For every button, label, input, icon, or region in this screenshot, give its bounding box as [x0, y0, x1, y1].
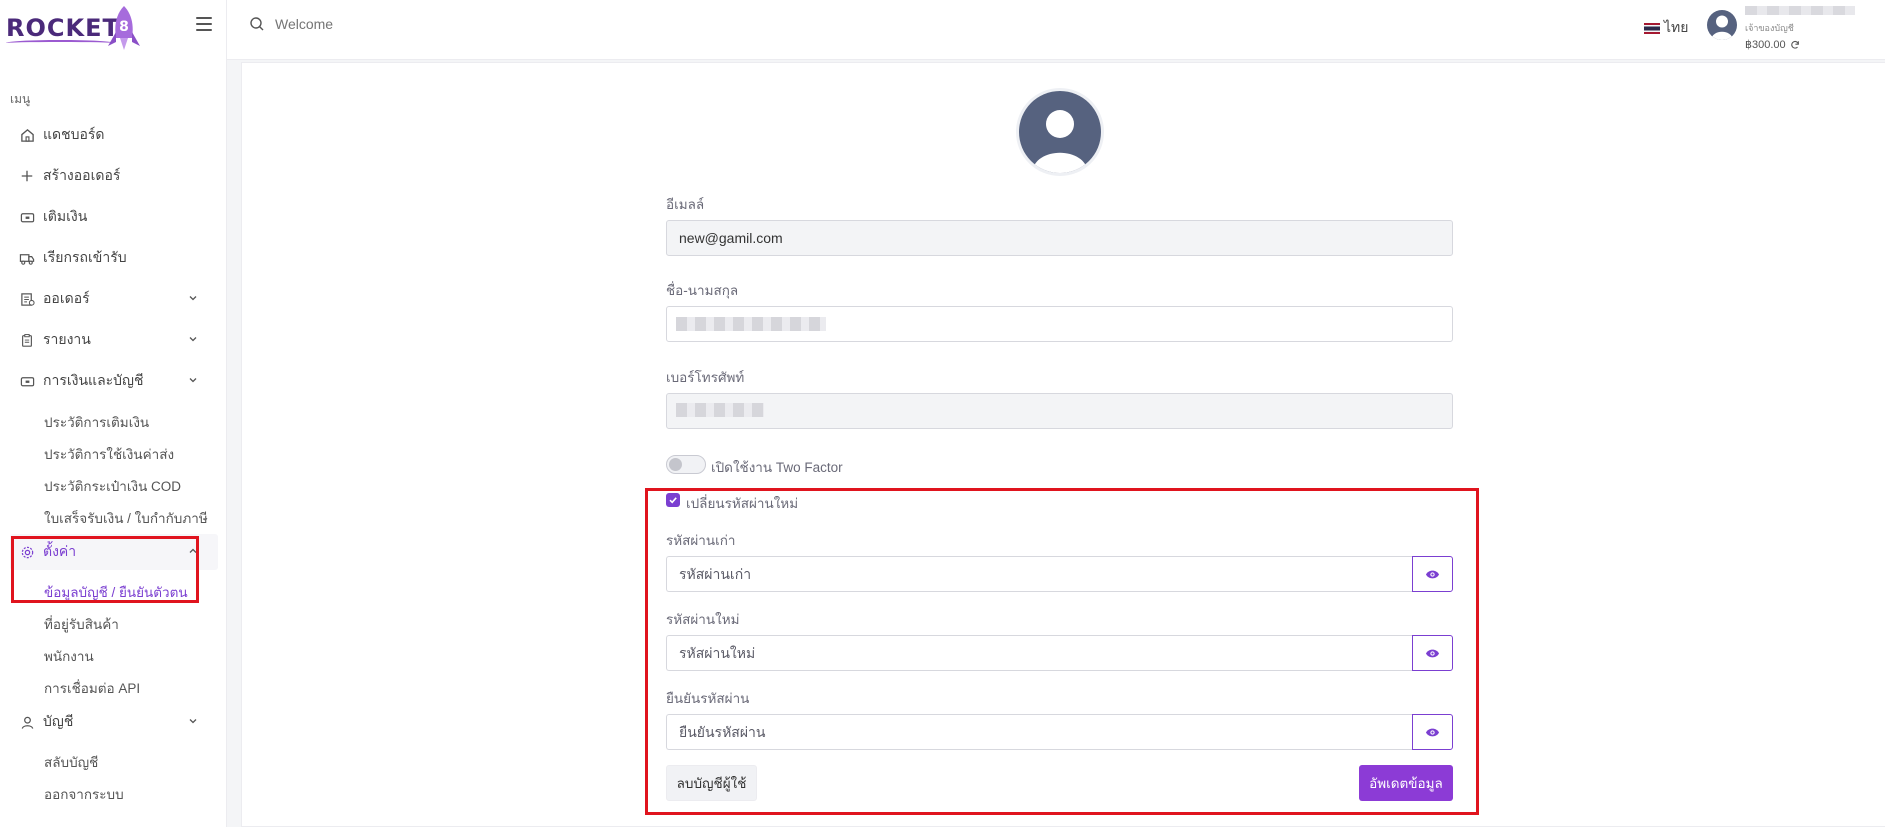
sidebar-item-topup[interactable]: เติมเงิน — [10, 199, 218, 235]
sidebar-item-label: บัญชี — [43, 713, 74, 729]
brand-number: 8 — [119, 19, 129, 35]
new-password-label: รหัสผ่านใหม่ — [666, 612, 740, 627]
phone-label: เบอร์โทรศัพท์ — [666, 370, 745, 385]
sidebar-subitem-staff[interactable]: พนักงาน — [44, 645, 94, 667]
sidebar-item-label: ออเดอร์ — [43, 290, 90, 306]
truck-icon — [19, 250, 35, 266]
sidebar-subitem-shipping-history[interactable]: ประวัติการใช้เงินค่าส่ง — [44, 443, 174, 465]
old-password-label: รหัสผ่านเก่า — [666, 533, 736, 548]
sidebar-item-label: ตั้งค่า — [43, 543, 77, 559]
chevron-up-icon — [189, 548, 197, 553]
user-avatar[interactable] — [1707, 10, 1737, 40]
language-label: ไทย — [1664, 19, 1689, 35]
show-confirm-password-button[interactable] — [1412, 714, 1453, 750]
sidebar-subitem-pickup-address[interactable]: ที่อยู่รับสินค้า — [44, 613, 119, 635]
sidebar-subitem-switch-account[interactable]: สลับบัญชี — [44, 751, 98, 773]
eye-icon — [1425, 649, 1440, 657]
user-name-redacted — [1745, 6, 1855, 15]
sidebar: ROCKET 8 เมนู แดชบอร์ด สร้างออเดอร์ เติม… — [0, 0, 227, 827]
refresh-icon[interactable] — [1790, 40, 1800, 50]
eye-icon — [1425, 728, 1440, 736]
sidebar-subitem-topup-history[interactable]: ประวัติการเติมเงิน — [44, 411, 149, 433]
sidebar-item-label: เติมเงิน — [43, 208, 88, 224]
sidebar-item-label: รายงาน — [43, 331, 91, 347]
sidebar-item-create-order[interactable]: สร้างออเดอร์ — [10, 158, 218, 194]
confirm-password-input[interactable] — [666, 714, 1412, 750]
confirm-password-label: ยืนยันรหัสผ่าน — [666, 691, 750, 706]
delete-account-button[interactable]: ลบบัญชีผู้ใช้ — [666, 765, 757, 801]
user-balance: ฿300.00 — [1745, 38, 1800, 51]
phone-redacted — [676, 403, 764, 417]
show-old-password-button[interactable] — [1412, 556, 1453, 592]
wallet-icon — [19, 209, 35, 225]
profile-avatar — [1019, 91, 1101, 173]
sidebar-item-reports[interactable]: รายงาน — [10, 322, 218, 358]
change-password-checkbox[interactable] — [666, 493, 680, 507]
clipboard-icon — [19, 332, 35, 348]
topbar: ไทย เจ้าของบัญชี ฿300.00 — [227, 0, 1885, 60]
plus-icon — [19, 168, 35, 184]
name-label: ชื่อ-นามสกุล — [666, 283, 739, 298]
update-profile-button[interactable]: อัพเดตข้อมูล — [1359, 765, 1453, 801]
sidebar-item-pickup[interactable]: เรียกรถเข้ารับ — [10, 240, 218, 276]
chevron-down-icon — [189, 719, 197, 724]
email-label: อีเมลล์ — [666, 197, 705, 212]
chevron-down-icon — [189, 337, 197, 342]
sidebar-item-label: การเงินและบัญชี — [43, 372, 144, 388]
brand-swoosh — [6, 40, 114, 46]
sidebar-item-label: สร้างออเดอร์ — [43, 167, 121, 183]
menu-heading: เมนู — [10, 92, 31, 106]
profile-card — [241, 62, 1885, 827]
sidebar-subitem-receipts[interactable]: ใบเสร็จรับเงิน / ใบกำกับภาษี — [44, 507, 208, 529]
sidebar-subitem-logout[interactable]: ออกจากระบบ — [44, 783, 124, 805]
sidebar-item-orders[interactable]: ออเดอร์ — [10, 281, 218, 317]
new-password-input[interactable] — [666, 635, 1412, 671]
phone-field[interactable] — [666, 393, 1453, 429]
sidebar-subitem-cod-wallet-history[interactable]: ประวัติกระเป๋าเงิน COD — [44, 475, 181, 497]
user-role: เจ้าของบัญชี — [1745, 23, 1794, 33]
chevron-down-icon — [189, 378, 197, 383]
language-selector[interactable]: ไทย — [1644, 17, 1688, 39]
hamburger-menu-icon[interactable] — [196, 17, 212, 31]
search-bar — [249, 16, 575, 32]
sidebar-item-settings[interactable]: ตั้งค่า — [10, 534, 218, 570]
show-new-password-button[interactable] — [1412, 635, 1453, 671]
home-icon — [19, 127, 35, 143]
two-factor-toggle[interactable] — [666, 455, 706, 474]
sidebar-subitem-account-info[interactable]: ข้อมูลบัญชี / ยืนยันตัวตน — [44, 581, 188, 603]
thai-flag-icon — [1644, 22, 1660, 34]
search-icon — [250, 17, 264, 31]
rocket-icon: 8 — [108, 6, 140, 50]
email-field[interactable] — [666, 220, 1453, 256]
name-redacted — [676, 317, 826, 331]
user-icon — [19, 714, 35, 730]
gear-icon — [19, 544, 35, 560]
sidebar-item-account[interactable]: บัญชี — [10, 704, 218, 740]
sidebar-subitem-api[interactable]: การเชื่อมต่อ API — [44, 677, 140, 699]
search-input[interactable] — [275, 16, 575, 32]
orders-icon — [19, 291, 35, 307]
two-factor-label: เปิดใช้งาน Two Factor — [711, 460, 843, 475]
checkmark-icon — [669, 497, 677, 504]
sidebar-item-dashboard[interactable]: แดชบอร์ด — [10, 117, 218, 153]
sidebar-item-finance[interactable]: การเงินและบัญชี — [10, 363, 218, 399]
change-password-label: เปลี่ยนรหัสผ่านใหม่ — [686, 496, 799, 511]
brand-logo[interactable]: ROCKET 8 — [6, 4, 146, 54]
old-password-input[interactable] — [666, 556, 1412, 592]
sidebar-item-label: เรียกรถเข้ารับ — [43, 249, 127, 265]
balance-amount: ฿300.00 — [1745, 39, 1786, 51]
sidebar-item-label: แดชบอร์ด — [43, 126, 105, 142]
chevron-down-icon — [189, 296, 197, 301]
eye-icon — [1425, 570, 1440, 578]
money-icon — [19, 373, 35, 389]
